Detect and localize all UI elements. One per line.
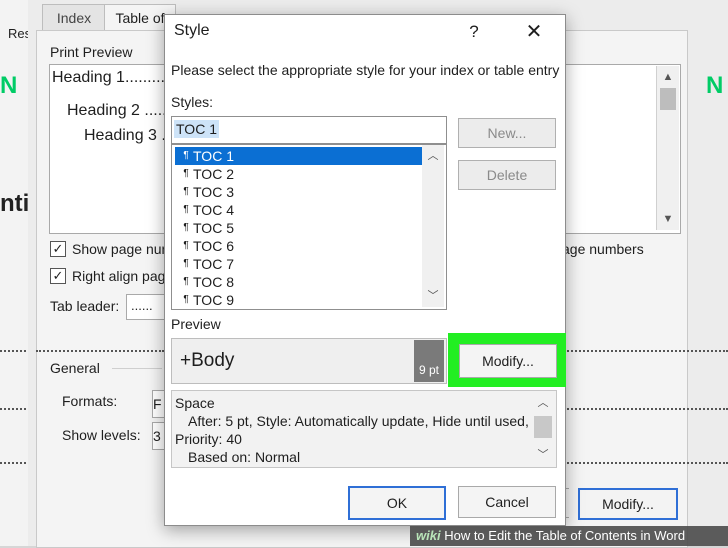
pilcrow-icon: ¶ [183,168,189,179]
page-numbers-label: age numbers [562,241,644,257]
preview-text: +Body [180,350,235,371]
leader-dots [564,408,728,410]
description-line: Space [175,395,215,411]
leader-dots [36,350,164,352]
toc-modify-button[interactable]: Modify... [578,488,678,520]
scroll-thumb[interactable] [534,416,552,438]
doc-leader-dots [0,462,26,464]
styles-list-scrollbar[interactable]: ︿ ﹀ [422,145,444,307]
show-levels-label: Show levels: [62,427,141,443]
right-align-label: Right align pag [72,268,166,284]
doc-leader-dots [0,350,26,352]
delete-style-button[interactable]: Delete [458,160,556,190]
instruction-text: Please select the appropriate style for … [171,62,560,78]
style-list-item[interactable]: ¶ TOC 5 [175,219,423,237]
pilcrow-icon: ¶ [183,294,189,305]
close-icon[interactable]: ✕ [520,18,548,46]
chevron-down-icon[interactable]: ▼ [657,210,679,228]
leader-dots [564,350,728,352]
dialog-title: Style [174,22,210,39]
doc-peek-1: N [0,72,18,99]
pilcrow-icon: ¶ [183,222,189,233]
new-style-button[interactable]: New... [458,118,556,148]
styles-label: Styles: [171,94,214,110]
print-preview-scrollbar[interactable]: ▲ ▼ [656,66,679,230]
chevron-up-icon[interactable]: ︿ [532,394,554,412]
style-list-item[interactable]: ¶ TOC 7 [175,255,423,273]
watermark-brand: wiki [416,528,441,543]
style-list-item[interactable]: ¶ TOC 9 [175,291,423,309]
pilcrow-icon: ¶ [183,258,189,269]
style-list-label: TOC 6 [193,238,234,254]
description-line: Based on: Normal [188,449,301,465]
style-list-item[interactable]: ¶ TOC 4 [175,201,423,219]
divider [112,368,162,369]
font-size-value: 9 pt [418,363,439,377]
style-name-input[interactable]: TOC 1 [171,116,447,144]
pilcrow-icon: ¶ [183,186,189,197]
style-list-label: TOC 3 [193,184,234,200]
modify-button[interactable]: Modify... [459,344,557,378]
style-list-label: TOC 4 [193,202,234,218]
print-preview-label: Print Preview [50,44,133,60]
style-list-label: TOC 1 [193,148,234,164]
style-list-label: TOC 8 [193,274,234,290]
show-page-numbers-checkbox[interactable]: ✓ [50,241,66,257]
font-size-badge: 9 pt [414,340,444,382]
style-list-item[interactable]: ¶ TOC 3 [175,183,423,201]
doc-peek-2: ntit [0,190,28,217]
right-align-checkbox[interactable]: ✓ [50,268,66,284]
style-list-label: TOC 9 [193,292,234,308]
styles-list[interactable]: ¶ TOC 1 ¶ TOC 2 ¶ TOC 3 ¶ TOC 4 ¶ TOC 5 ¶ TOC 6 ¶ TOC… [171,144,447,310]
chevron-down-icon[interactable]: ﹀ [422,287,444,305]
preview-heading-1: Heading 1.......... [52,69,170,86]
preview-heading-2: Heading 2 ........ [67,102,180,119]
style-description: Space After: 5 pt, Style: Automatically … [171,390,557,468]
left-strip: Res N ntit [0,0,31,546]
doc-peek-right: N [706,72,724,99]
chevron-up-icon[interactable]: ︿ [422,147,444,165]
style-list-label: TOC 2 [193,166,234,182]
preview-label: Preview [171,316,221,332]
watermark: wiki How to Edit the Table of Contents i… [410,526,728,546]
style-list-item[interactable]: ¶ TOC 2 [175,165,423,183]
scroll-thumb[interactable] [660,88,676,110]
style-name-value: TOC 1 [174,120,219,138]
chevron-up-icon[interactable]: ▲ [657,68,679,86]
cancel-button[interactable]: Cancel [458,486,556,518]
pilcrow-icon: ¶ [183,150,189,161]
style-list-item[interactable]: ¶ TOC 8 [175,273,423,291]
description-line: After: 5 pt, Style: Automatically update… [188,413,529,429]
style-list-label: TOC 7 [193,256,234,272]
style-list-item[interactable]: ¶ TOC 1 [175,147,423,165]
pilcrow-icon: ¶ [183,240,189,251]
doc-leader-dots [0,408,26,410]
general-label: General [50,360,100,376]
ok-button[interactable]: OK [348,486,446,520]
pilcrow-icon: ¶ [183,276,189,287]
tab-index[interactable]: Index [42,4,106,31]
watermark-text: How to Edit the Table of Contents in Wor… [444,528,686,543]
formats-label: Formats: [62,393,118,409]
show-page-numbers-label: Show page num [72,241,174,257]
chevron-down-icon[interactable]: ﹀ [532,446,554,464]
tab-leader-label: Tab leader: [50,298,120,314]
pilcrow-icon: ¶ [183,204,189,215]
style-list-item[interactable]: ¶ TOC 6 [175,237,423,255]
leader-dots [564,462,728,464]
help-icon[interactable]: ? [462,20,486,44]
description-line: Priority: 40 [175,431,242,447]
style-list-label: TOC 5 [193,220,234,236]
description-scrollbar[interactable]: ︿ ﹀ [532,392,554,464]
